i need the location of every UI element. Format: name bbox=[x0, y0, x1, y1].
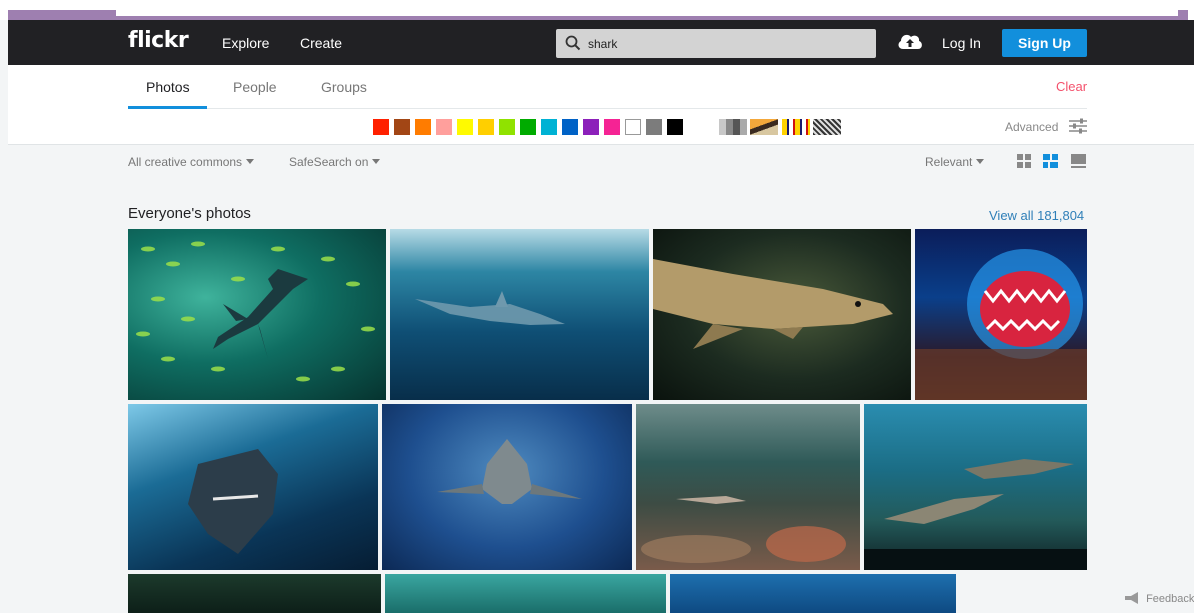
sort-label: Relevant bbox=[925, 155, 973, 169]
color-swatch[interactable] bbox=[541, 119, 557, 135]
license-dropdown[interactable]: All creative commons bbox=[128, 155, 255, 169]
search-query: shark bbox=[588, 37, 618, 51]
photo-row3-2[interactable] bbox=[385, 574, 666, 613]
clear-link[interactable]: Clear bbox=[1056, 79, 1087, 94]
feedback-button[interactable]: Feedback bbox=[1123, 591, 1194, 605]
nav-explore[interactable]: Explore bbox=[222, 35, 269, 51]
license-label: All creative commons bbox=[128, 155, 243, 169]
section-title: Everyone's photos bbox=[128, 205, 251, 222]
photo-row3-3[interactable] bbox=[670, 574, 956, 613]
view-all-link[interactable]: View all 181,804 bbox=[989, 208, 1084, 223]
top-decor-bar bbox=[8, 10, 1188, 20]
signup-button[interactable]: Sign Up bbox=[1002, 29, 1087, 57]
photo-shark-front-art bbox=[437, 439, 582, 504]
color-swatch[interactable] bbox=[667, 119, 683, 135]
photo-reef-shark[interactable] bbox=[390, 229, 649, 400]
color-swatch[interactable] bbox=[583, 119, 599, 135]
safesearch-label: SafeSearch on bbox=[289, 155, 369, 169]
photo-neon-shark-mouth[interactable] bbox=[915, 229, 1087, 400]
login-link[interactable]: Log In bbox=[942, 35, 981, 51]
photo-great-white-below[interactable] bbox=[128, 404, 378, 570]
advanced-sliders-icon[interactable] bbox=[1068, 118, 1088, 134]
photo-hammerhead-art bbox=[136, 241, 375, 382]
detail-view-icon[interactable] bbox=[1070, 153, 1087, 169]
color-swatch[interactable] bbox=[646, 119, 662, 135]
nav-create[interactable]: Create bbox=[300, 35, 342, 51]
sort-dropdown[interactable]: Relevant bbox=[925, 155, 985, 169]
color-swatch[interactable] bbox=[373, 119, 389, 135]
upload-cloud-icon[interactable] bbox=[896, 30, 924, 52]
justified-view-icon[interactable] bbox=[1042, 153, 1059, 169]
color-swatch[interactable] bbox=[478, 119, 494, 135]
style-minimalism[interactable] bbox=[782, 119, 810, 135]
photo-reef-floor-art bbox=[641, 496, 846, 563]
photo-great-white-art bbox=[188, 449, 278, 554]
color-swatch[interactable] bbox=[457, 119, 473, 135]
color-swatch[interactable] bbox=[436, 119, 452, 135]
color-swatch[interactable] bbox=[562, 119, 578, 135]
photo-hammerhead-shark[interactable] bbox=[128, 229, 386, 400]
megaphone-icon bbox=[1125, 592, 1138, 604]
tab-divider bbox=[128, 108, 1087, 109]
search-icon bbox=[565, 35, 581, 51]
style-shallow-depth[interactable] bbox=[750, 119, 778, 135]
color-swatch[interactable] bbox=[520, 119, 536, 135]
color-swatch[interactable] bbox=[394, 119, 410, 135]
style-blackwhite[interactable] bbox=[719, 119, 747, 135]
tab-groups[interactable]: Groups bbox=[321, 79, 367, 95]
photo-reef-shark-art bbox=[415, 291, 565, 325]
color-swatch[interactable] bbox=[604, 119, 620, 135]
color-swatch[interactable] bbox=[499, 119, 515, 135]
photo-sand-tiger-shark[interactable] bbox=[653, 229, 911, 400]
chevron-down-icon bbox=[976, 159, 985, 164]
grid-view-icon[interactable] bbox=[1016, 153, 1032, 169]
photo-reef-floor[interactable] bbox=[636, 404, 860, 570]
safesearch-dropdown[interactable]: SafeSearch on bbox=[289, 155, 381, 169]
search-input[interactable]: shark bbox=[556, 29, 876, 58]
photo-sand-tiger-art bbox=[653, 259, 893, 349]
photo-row3-1[interactable] bbox=[128, 574, 381, 613]
photo-shark-front[interactable] bbox=[382, 404, 632, 570]
tab-people[interactable]: People bbox=[233, 79, 277, 95]
active-tab-indicator bbox=[128, 106, 207, 109]
color-swatch[interactable] bbox=[625, 119, 641, 135]
chevron-down-icon bbox=[246, 159, 255, 164]
advanced-label[interactable]: Advanced bbox=[1005, 120, 1058, 134]
photo-nurse-sharks-art bbox=[864, 459, 1087, 570]
style-patterns[interactable] bbox=[813, 119, 841, 135]
flickr-logo[interactable]: flickr bbox=[128, 28, 189, 53]
tab-photos[interactable]: Photos bbox=[146, 79, 190, 95]
feedback-label: Feedback bbox=[1146, 593, 1194, 605]
color-swatch[interactable] bbox=[415, 119, 431, 135]
photo-neon-shark-art bbox=[915, 249, 1087, 400]
chevron-down-icon bbox=[372, 159, 381, 164]
photo-nurse-sharks[interactable] bbox=[864, 404, 1087, 570]
